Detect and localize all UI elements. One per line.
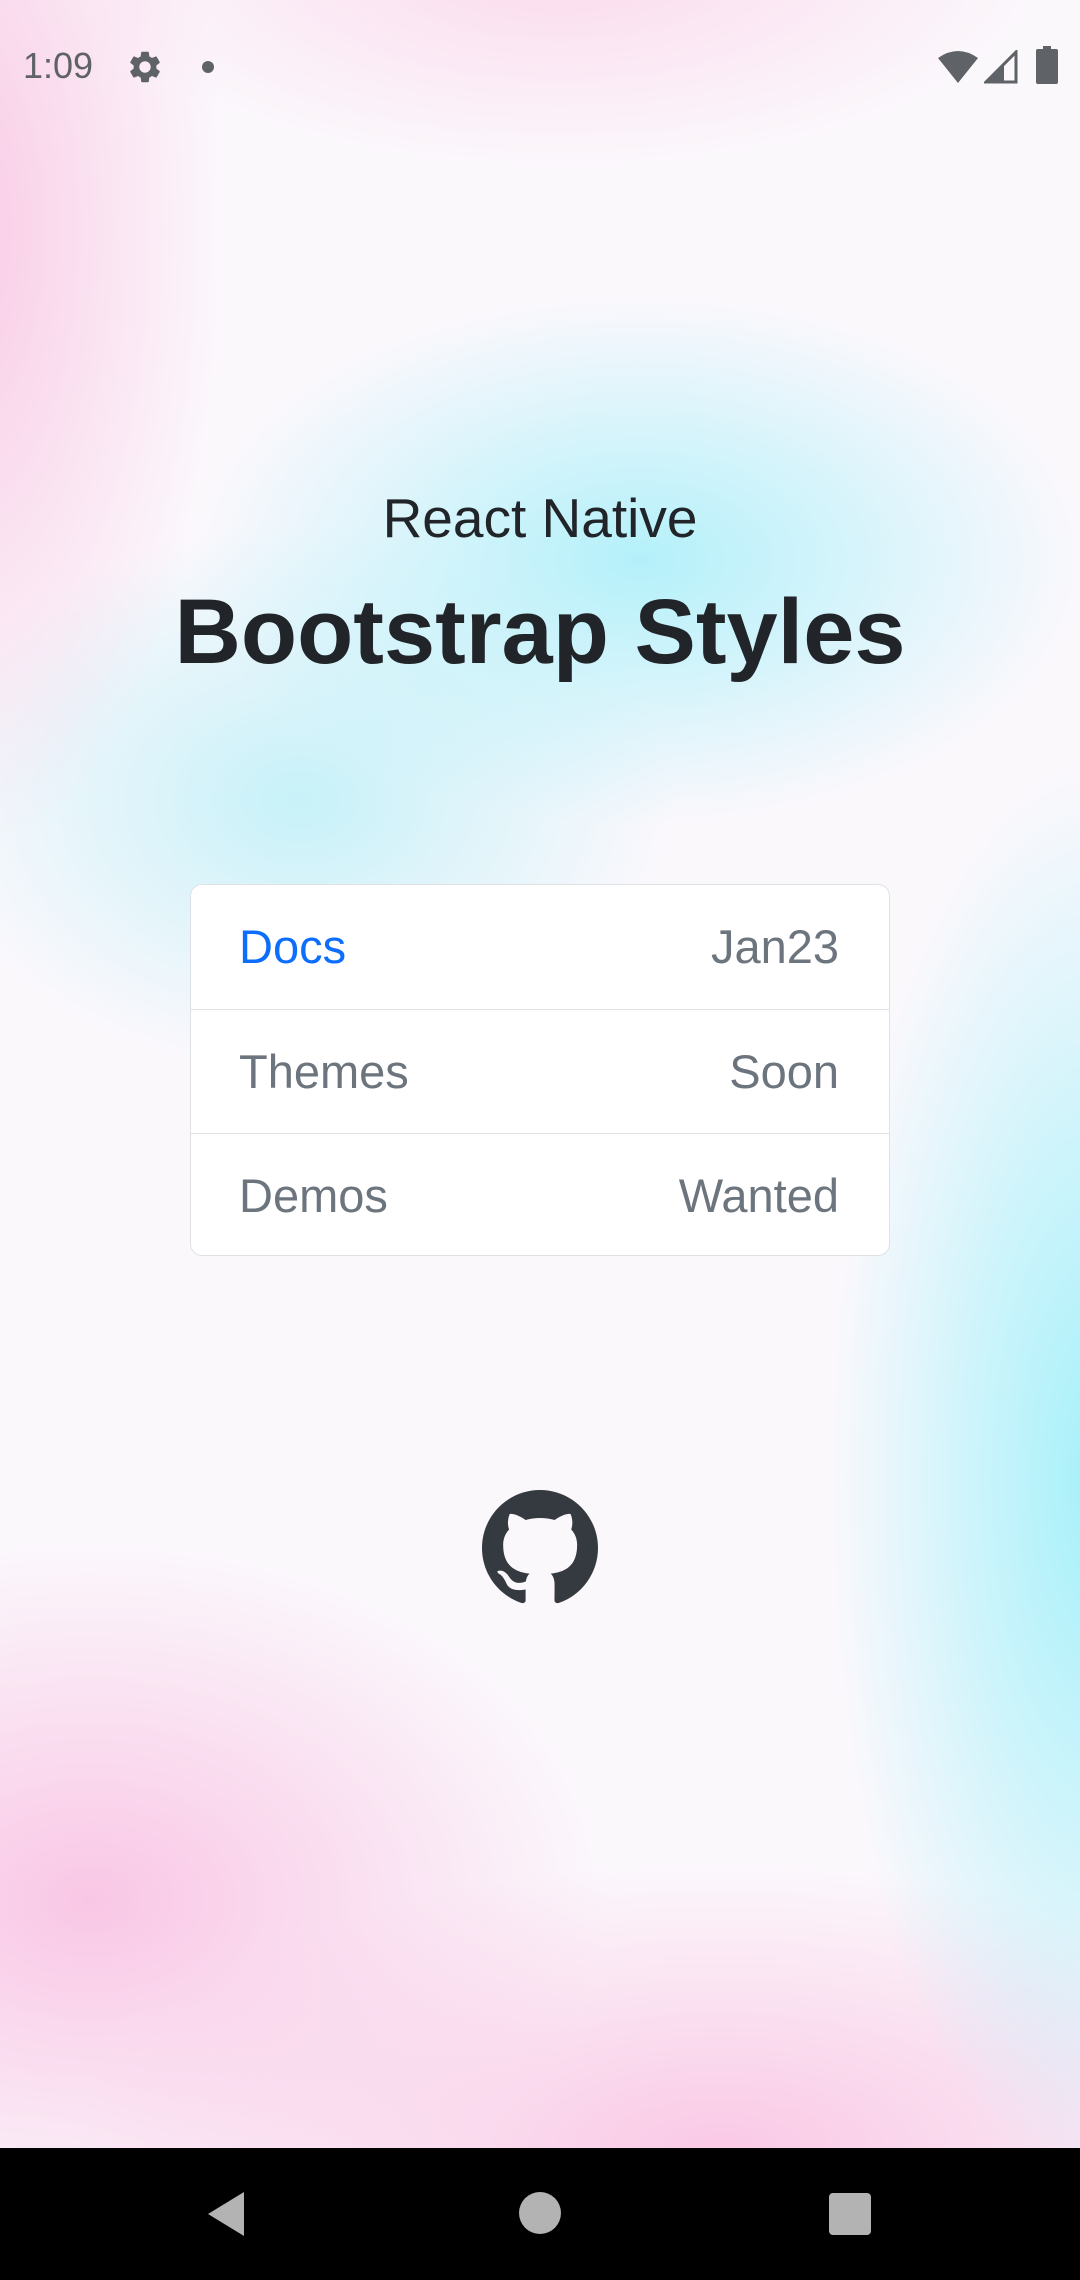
recents-icon[interactable] bbox=[829, 2193, 871, 2235]
gear-icon bbox=[130, 51, 160, 83]
wifi-icon bbox=[938, 51, 978, 83]
list-item-label: Docs bbox=[239, 920, 347, 973]
status-bar: 1:09 bbox=[0, 0, 1080, 136]
list-item-value: Jan23 bbox=[710, 920, 839, 973]
status-time: 1:09 bbox=[23, 45, 94, 86]
list-item-demos[interactable]: Demos Wanted bbox=[191, 1133, 889, 1255]
page-title: Bootstrap Styles bbox=[174, 581, 906, 683]
notification-dot-icon bbox=[202, 61, 214, 73]
home-icon[interactable] bbox=[519, 2192, 561, 2234]
page-subtitle: React Native bbox=[382, 487, 698, 549]
list-item-value: Soon bbox=[729, 1045, 839, 1098]
github-icon[interactable] bbox=[482, 1490, 598, 1606]
battery-icon bbox=[1036, 46, 1058, 84]
list-item-themes[interactable]: Themes Soon bbox=[191, 1009, 889, 1133]
signal-icon bbox=[984, 50, 1018, 84]
back-icon[interactable] bbox=[204, 2190, 248, 2238]
list-item-label: Demos bbox=[239, 1169, 388, 1222]
list-item-value: Wanted bbox=[678, 1169, 839, 1222]
list-item-docs[interactable]: Docs Jan23 bbox=[191, 885, 889, 1009]
list-item-label: Themes bbox=[239, 1045, 409, 1098]
link-list: Docs Jan23 Themes Soon Demos Wanted bbox=[190, 884, 890, 1256]
